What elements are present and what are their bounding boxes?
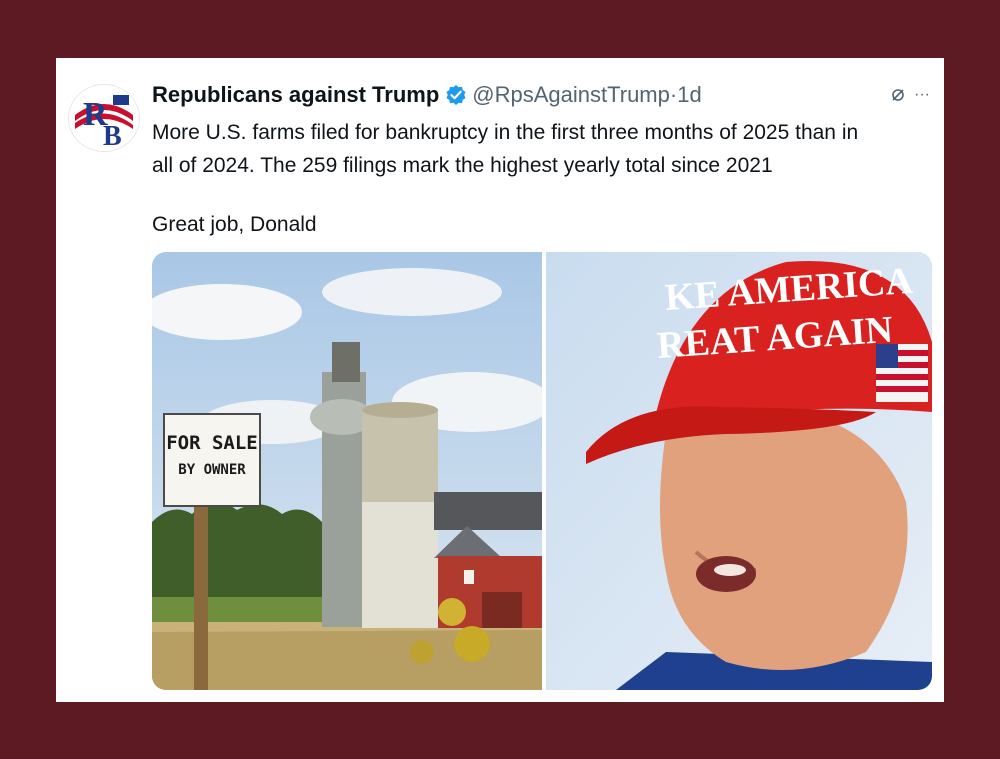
- media-grid: FOR SALE BY OWNER KE AMERICA REAT AGAIN: [152, 252, 932, 690]
- verified-badge-icon: [445, 84, 467, 106]
- tweet-header: Republicans against Trump @RpsAgainstTru…: [152, 82, 930, 108]
- more-dots-icon[interactable]: ···: [914, 82, 930, 117]
- sign-line-2: BY OWNER: [178, 462, 246, 478]
- avatar[interactable]: R B: [68, 84, 140, 152]
- tweet-text-signoff: Great job, Donald: [152, 213, 317, 236]
- farm-photo[interactable]: FOR SALE BY OWNER: [152, 252, 542, 690]
- tweet-card[interactable]: R B Republicans against Trump @RpsAgains…: [56, 58, 944, 702]
- tweet-text: More U.S. farms filed for bankruptcy in …: [152, 121, 859, 177]
- avatar-letter-b: B: [103, 121, 122, 151]
- display-name[interactable]: Republicans against Trump: [152, 82, 439, 108]
- sign-line-1: FOR SALE: [166, 432, 258, 454]
- separator-dot: ·: [669, 82, 678, 107]
- cap-photo[interactable]: KE AMERICA REAT AGAIN: [546, 252, 932, 690]
- user-handle[interactable]: @RpsAgainstTrump: [472, 82, 670, 108]
- slash-circle-icon[interactable]: [890, 82, 906, 117]
- timestamp[interactable]: 1d: [677, 82, 701, 108]
